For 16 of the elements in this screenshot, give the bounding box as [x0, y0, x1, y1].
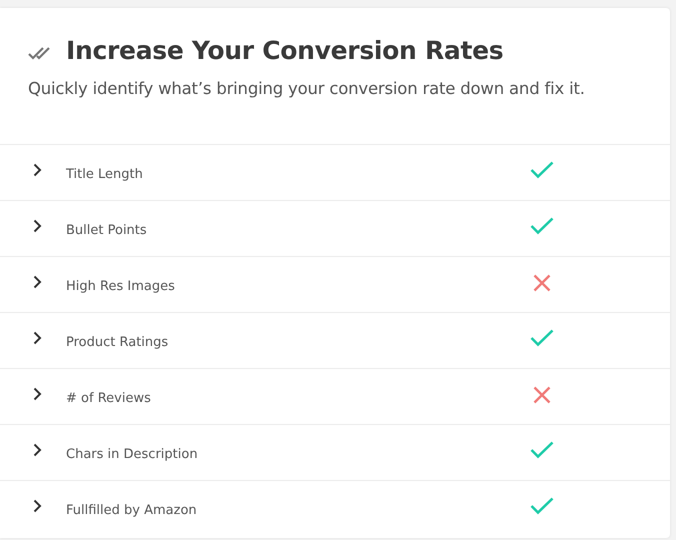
check-label: Bullet Points — [66, 223, 148, 238]
chevron-right-icon[interactable] — [33, 163, 42, 177]
check-label: Fullfilled by Amazon — [66, 503, 198, 518]
check-label: Product Ratings — [66, 335, 170, 350]
check-label: Title Length — [66, 167, 144, 182]
chevron-right-icon[interactable] — [33, 275, 42, 289]
chevron-right-icon[interactable] — [33, 443, 42, 457]
page-subtitle: Quickly identify what’s bringing your conversion rate down and fix it. — [28, 79, 586, 98]
chevron-right-icon[interactable] — [33, 331, 42, 345]
page-title: Increase Your Conversion Rates — [66, 36, 504, 65]
chevron-right-icon[interactable] — [33, 387, 42, 401]
check-label: # of Reviews — [66, 391, 152, 406]
check-label: High Res Images — [66, 279, 176, 294]
check-label: Chars in Description — [66, 447, 199, 462]
chevron-right-icon[interactable] — [33, 499, 42, 513]
chevron-right-icon[interactable] — [33, 219, 42, 233]
